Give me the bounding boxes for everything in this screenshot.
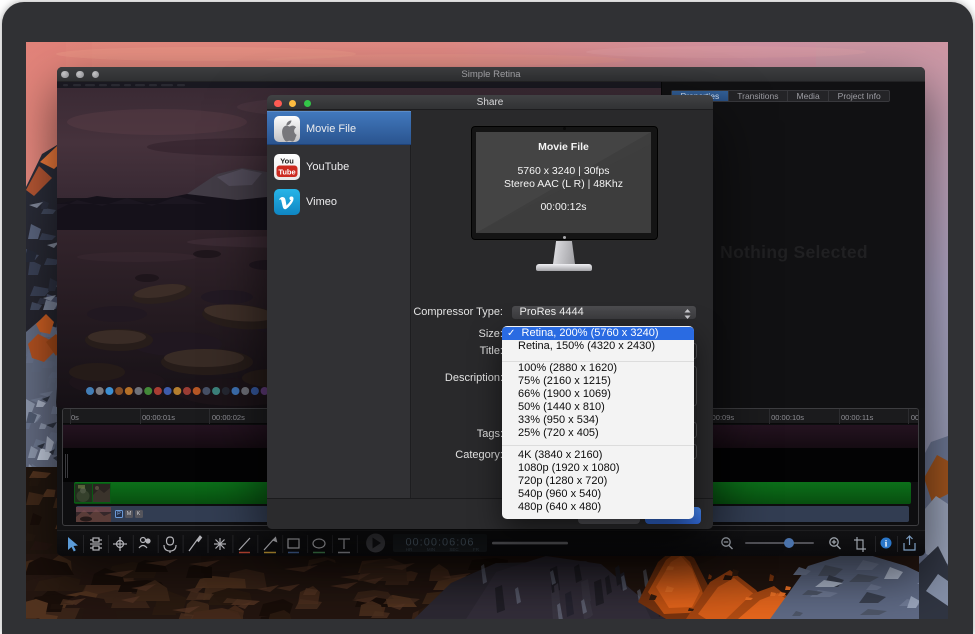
svg-text:SEC: SEC	[449, 547, 459, 552]
svg-text:Tube: Tube	[278, 168, 295, 177]
svg-text:You: You	[280, 157, 294, 166]
svg-text:HR: HR	[406, 547, 413, 552]
svg-text:00:00:06:06: 00:00:06:06	[405, 537, 474, 549]
svg-text:FR: FR	[473, 547, 480, 552]
svg-text:MIN: MIN	[427, 547, 435, 552]
